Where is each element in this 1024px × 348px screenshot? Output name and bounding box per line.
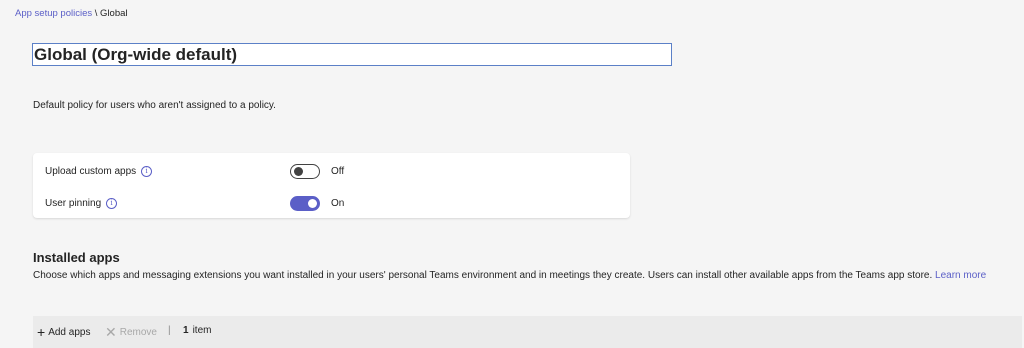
installed-apps-description: Choose which apps and messaging extensio… [33,268,993,284]
close-icon: ✕ [105,324,117,340]
remove-label: Remove [119,326,157,338]
setting-label: User pinning [45,197,102,209]
remove-button[interactable]: ✕ Remove [105,325,157,339]
installed-apps-description-text: Choose which apps and messaging extensio… [33,270,933,281]
policy-description: Default policy for users who aren't assi… [33,100,276,111]
policy-name-input[interactable] [33,44,671,65]
toggle-group: On [290,195,345,211]
add-apps-button[interactable]: + Add apps [37,325,90,339]
breadcrumb-separator: \ [92,8,101,19]
toggle-group: Off [290,163,345,179]
breadcrumb: App setup policies \ Global [15,8,128,19]
item-count-label: item [192,325,212,336]
settings-card: Upload custom apps i Off User pinning i … [33,153,630,218]
toggle-state-label: Off [331,165,345,177]
toggle-state-label: On [331,197,345,209]
item-count-number: 1 [183,325,189,336]
setting-row-upload-custom-apps: Upload custom apps i Off [45,162,615,180]
policy-name-field[interactable] [32,43,672,66]
user-pinning-toggle[interactable] [290,195,320,211]
upload-custom-apps-toggle[interactable] [290,163,320,179]
toolbar-divider: | [168,325,171,336]
add-apps-label: Add apps [48,326,91,338]
toggle-knob [294,166,303,176]
breadcrumb-link-app-setup-policies[interactable]: App setup policies [15,8,92,19]
info-icon[interactable]: i [141,165,153,177]
breadcrumb-current: Global [100,8,128,19]
installed-apps-toolbar: + Add apps ✕ Remove | 1 item [33,316,1022,348]
setting-label: Upload custom apps [45,165,137,177]
installed-apps-heading: Installed apps [33,250,120,265]
learn-more-link[interactable]: Learn more [935,270,986,281]
info-icon[interactable]: i [106,197,118,209]
toggle-knob [308,198,317,208]
plus-icon: + [37,324,46,340]
item-count: 1 item [183,325,211,336]
setting-row-user-pinning: User pinning i On [45,194,615,212]
